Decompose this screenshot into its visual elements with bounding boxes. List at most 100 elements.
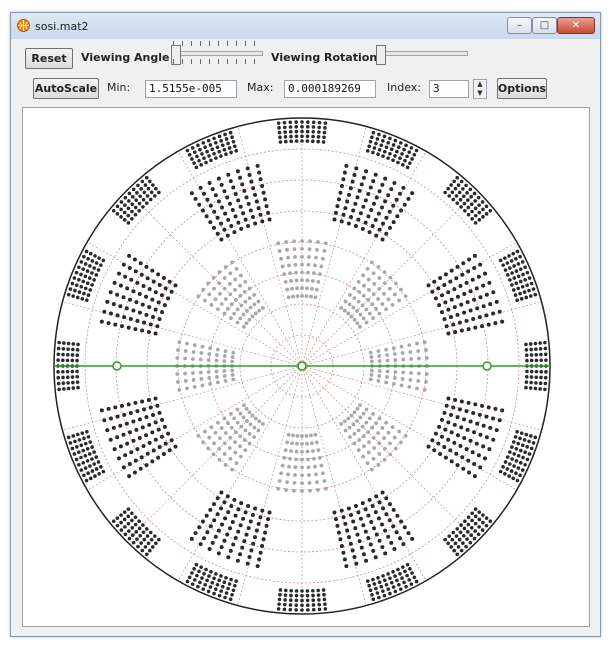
inner-segment-dot — [367, 440, 371, 445]
mid-segment-dot — [389, 187, 394, 192]
inner-segment-dot — [192, 343, 197, 348]
inner-segment-dot — [252, 293, 256, 297]
outer-segment-dot — [322, 592, 326, 597]
mid-segment-dot — [115, 313, 120, 318]
outer-segment-dot — [317, 120, 322, 125]
outer-segment-dot — [300, 139, 304, 143]
outer-segment-dot — [288, 598, 293, 603]
mid-segment-dot — [333, 210, 338, 215]
outer-segment-dot — [130, 209, 134, 214]
outer-segment-dot — [305, 598, 310, 603]
inner-segment-dot — [291, 294, 295, 299]
outer-segment-dot — [73, 439, 77, 444]
mid-segment-dot — [467, 257, 472, 262]
outer-segment-dot — [388, 136, 392, 141]
outer-segment-dot — [90, 259, 95, 263]
outer-segment-dot — [322, 130, 327, 135]
inner-segment-dot — [241, 415, 246, 420]
index-field[interactable]: 3 — [429, 80, 469, 98]
outer-segment-dot — [75, 353, 80, 358]
min-field[interactable]: 1.5155e-005 — [145, 80, 237, 98]
mid-segment-dot — [125, 441, 130, 446]
outer-segment-dot — [214, 572, 218, 576]
inner-segment-dot — [231, 350, 236, 355]
max-field[interactable]: 0.000189269 — [284, 80, 376, 98]
outer-segment-dot — [397, 582, 401, 587]
viewing-rotation-slider[interactable] — [376, 43, 468, 67]
outer-segment-dot — [370, 592, 374, 597]
minimize-button[interactable]: – — [507, 17, 532, 34]
mid-segment-dot — [147, 305, 152, 310]
inner-segment-dot — [294, 457, 298, 462]
mid-segment-dot — [401, 185, 406, 190]
outer-segment-dot — [368, 139, 373, 144]
mid-segment-dot — [383, 176, 388, 181]
outer-segment-dot — [62, 341, 66, 345]
viewing-rotation-thumb[interactable] — [376, 45, 386, 65]
inner-segment-dot — [374, 421, 378, 426]
index-stepper[interactable]: ▲ ▼ — [473, 79, 487, 99]
inner-segment-dot — [242, 438, 247, 442]
outer-segment-dot — [85, 298, 89, 303]
inner-segment-dot — [409, 371, 413, 375]
inner-segment-dot — [217, 457, 222, 462]
outer-segment-dot — [294, 593, 299, 598]
outer-segment-dot — [74, 270, 79, 275]
title-bar[interactable]: sosi.mat2 – □ ✕ — [11, 13, 600, 39]
options-button[interactable]: Options — [497, 78, 547, 99]
viewing-angle-slider[interactable] — [171, 41, 263, 67]
inner-segment-dot — [248, 305, 253, 310]
stepper-down-icon[interactable]: ▼ — [474, 89, 486, 98]
stepper-up-icon[interactable]: ▲ — [474, 80, 486, 89]
mid-segment-dot — [150, 430, 155, 435]
outer-segment-dot — [534, 375, 539, 380]
autoscale-button[interactable]: AutoScale — [33, 78, 99, 99]
inner-segment-dot — [368, 377, 373, 382]
inner-segment-dot — [300, 239, 304, 243]
mid-segment-dot — [243, 510, 248, 515]
outer-segment-dot — [212, 576, 216, 581]
mid-segment-dot — [360, 226, 365, 231]
close-button[interactable]: ✕ — [557, 17, 595, 34]
mid-segment-dot — [397, 536, 402, 541]
inner-segment-dot — [222, 276, 227, 280]
outer-segment-dot — [75, 432, 80, 437]
mid-segment-dot — [127, 297, 132, 302]
maximize-button[interactable]: □ — [532, 17, 557, 34]
mid-segment-dot — [232, 230, 237, 235]
inner-segment-dot — [307, 247, 312, 251]
outer-segment-dot — [382, 593, 387, 598]
outer-segment-dot — [539, 369, 543, 374]
inner-segment-dot — [307, 255, 311, 259]
inner-segment-dot — [369, 355, 374, 359]
inner-segment-dot — [192, 384, 197, 389]
mid-segment-dot — [138, 261, 143, 266]
inner-segment-dot — [286, 432, 291, 437]
outer-segment-dot — [503, 460, 508, 464]
plot-area[interactable] — [22, 107, 590, 627]
inner-segment-dot — [247, 441, 252, 446]
inner-segment-dot — [279, 256, 284, 261]
outer-segment-dot — [217, 593, 222, 598]
mid-segment-dot — [391, 220, 396, 225]
mid-segment-dot — [248, 519, 253, 524]
inner-segment-dot — [211, 452, 216, 457]
inner-segment-dot — [356, 428, 361, 433]
polar-plot[interactable] — [23, 108, 589, 626]
inner-segment-dot — [342, 419, 347, 424]
outer-segment-dot — [473, 213, 478, 218]
reset-button[interactable]: Reset — [25, 48, 73, 69]
mid-segment-dot — [486, 405, 491, 410]
outer-segment-dot — [454, 534, 459, 538]
mid-segment-dot — [384, 496, 389, 501]
inner-segment-dot — [222, 369, 227, 373]
outer-segment-dot — [85, 447, 90, 451]
mid-segment-dot — [233, 191, 238, 196]
mid-segment-dot — [455, 433, 460, 438]
mid-segment-dot — [474, 286, 479, 291]
inner-segment-dot — [364, 420, 369, 425]
outer-segment-dot — [134, 198, 138, 202]
outer-segment-dot — [90, 457, 94, 461]
outer-segment-dot — [111, 519, 116, 524]
mid-segment-dot — [363, 529, 368, 534]
